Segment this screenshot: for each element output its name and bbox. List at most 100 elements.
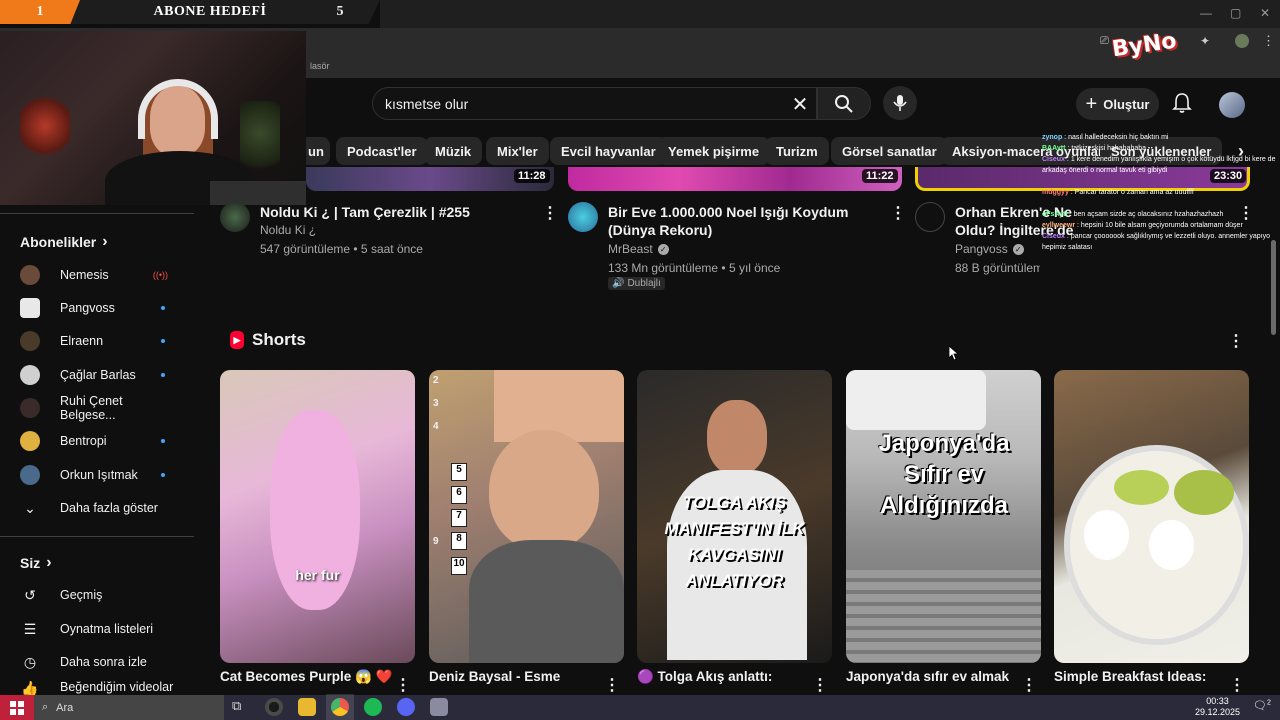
short-title[interactable]: Japonya'da sıfır ev almak	[846, 669, 1009, 684]
chip-tourism[interactable]: Turizm	[765, 137, 829, 165]
sidebar-item-pangvoss[interactable]: Pangvoss	[20, 292, 180, 324]
sidebar-item-nemesis[interactable]: Nemesis ((•))	[20, 259, 180, 291]
sidebar-item-label: Orkun Işıtmak	[60, 468, 138, 482]
profile-icon[interactable]	[1235, 34, 1249, 48]
channel-avatar[interactable]	[915, 202, 945, 232]
task-view-icon[interactable]: ⧉	[232, 698, 241, 714]
short-title[interactable]: 🟣 Tolga Akış anlattı:	[637, 669, 772, 685]
chip-partial[interactable]: un	[306, 137, 330, 165]
sidebar-item-ruhi-cenet[interactable]: Ruhi Çenet Belgese...	[20, 392, 180, 424]
obs-icon[interactable]	[265, 698, 283, 716]
file-explorer-icon[interactable]	[298, 698, 316, 716]
spotify-icon[interactable]	[364, 698, 382, 716]
subscriptions-header[interactable]: Abonelikler ›	[20, 233, 108, 251]
cast-icon[interactable]: ⎚	[1100, 35, 1109, 48]
shorts-more-icon[interactable]: ⋮	[1228, 331, 1244, 351]
chevron-down-icon: ⌄	[24, 499, 36, 516]
taskbar-clock[interactable]: 00:33 29.12.2025	[1195, 696, 1240, 718]
taskbar-search[interactable]: ⌕ Ara	[34, 695, 224, 720]
short-thumbnail[interactable]: her fur	[220, 370, 415, 663]
sidebar-divider	[0, 213, 194, 214]
short-title[interactable]: Simple Breakfast Ideas:	[1054, 669, 1206, 684]
short-caption: Japonya'da Sıfır ev Aldığınızda	[878, 430, 1010, 519]
short-caption: TOLGA AKIŞ MANIFEST'IN İLK KAVGASINI ANL…	[664, 493, 805, 590]
video-thumbnail[interactable]	[568, 167, 902, 191]
new-content-dot	[161, 306, 165, 310]
more-actions-icon[interactable]: ⋮	[604, 675, 620, 695]
chat-message: Ciseux : 1 kere denedim yanlışlıkla yemi…	[1042, 156, 1276, 174]
channel-avatar	[20, 298, 40, 318]
more-actions-icon[interactable]: ⋮	[890, 203, 906, 223]
rank-list: 2 3 4 5 6 7 8 9 10	[429, 370, 473, 663]
minimize-icon[interactable]: —	[1200, 6, 1212, 20]
duration-badge: 11:28	[514, 169, 550, 183]
sidebar-item-history[interactable]: ↺ Geçmiş	[20, 579, 180, 611]
clear-search-icon[interactable]: ✕	[788, 92, 812, 116]
video-channel[interactable]: Noldu Ki ¿	[260, 223, 316, 237]
channel-avatar[interactable]	[568, 202, 598, 232]
maximize-icon[interactable]: ▢	[1230, 6, 1241, 20]
video-channel-row[interactable]: MrBeast ✓	[608, 242, 669, 256]
extensions-icon[interactable]: ✦	[1200, 34, 1210, 48]
shorts-icon: ▶	[230, 331, 244, 349]
chip-podcasts[interactable]: Podcast'ler	[336, 137, 428, 165]
account-avatar[interactable]	[1219, 92, 1245, 118]
search-input[interactable]: kısmetse olur	[372, 87, 817, 120]
active-app-highlight	[326, 694, 354, 720]
search-icon: ⌕	[42, 701, 49, 713]
channel-avatar	[20, 331, 40, 351]
notifications-button[interactable]	[1172, 92, 1192, 119]
create-button[interactable]: + Oluştur	[1076, 88, 1159, 120]
more-actions-icon[interactable]: ⋮	[542, 203, 558, 223]
more-actions-icon[interactable]: ⋮	[1021, 675, 1037, 695]
more-actions-icon[interactable]: ⋮	[812, 675, 828, 695]
bookmark-folder[interactable]: lasör	[310, 61, 330, 71]
start-button[interactable]	[0, 695, 34, 720]
chip-pets[interactable]: Evcil hayvanlar	[550, 137, 667, 165]
app-icon[interactable]	[430, 698, 448, 716]
mouse-cursor	[948, 345, 960, 365]
sidebar-item-elraenn[interactable]: Elraenn	[20, 325, 180, 357]
video-title[interactable]: Bir Eve 1.000.000 Noel Işığı Koydum (Dün…	[608, 203, 886, 239]
sidebar-item-playlists[interactable]: ☰ Oynatma listeleri	[20, 613, 180, 645]
short-title[interactable]: Cat Becomes Purple 😱 ❤️	[220, 669, 392, 685]
sidebar-item-liked[interactable]: 👍 Beğendiğim videolar	[20, 680, 180, 695]
sidebar-item-caglar-barlas[interactable]: Çağlar Barlas	[20, 359, 180, 391]
short-thumbnail[interactable]: Japonya'da Sıfır ev Aldığınızda	[846, 370, 1041, 663]
short-caption: her fur	[295, 567, 340, 583]
short-title[interactable]: Deniz Baysal - Esme	[429, 669, 560, 684]
chip-visual-arts[interactable]: Görsel sanatlar	[831, 137, 948, 165]
person-body	[469, 540, 624, 663]
chip-music[interactable]: Müzik	[424, 137, 483, 165]
browser-menu-icon[interactable]: ⋮	[1262, 33, 1275, 49]
sidebar-item-watch-later[interactable]: ◷ Daha sonra izle	[20, 646, 180, 678]
person-face	[707, 400, 767, 475]
search-value: kısmetse olur	[385, 95, 469, 112]
more-actions-icon[interactable]: ⋮	[1229, 675, 1245, 695]
sidebar-item-bentropi[interactable]: Bentropi	[20, 425, 180, 457]
channel-avatar[interactable]	[220, 202, 250, 232]
short-thumbnail[interactable]: TOLGA AKIŞ MANIFEST'IN İLK KAVGASINI ANL…	[637, 370, 832, 663]
sidebar-item-orkun-isitmak[interactable]: Orkun Işıtmak	[20, 459, 180, 491]
more-actions-icon[interactable]: ⋮	[395, 675, 411, 695]
notification-center-icon[interactable]: 🗨2	[1253, 699, 1271, 712]
chip-cooking[interactable]: Yemek pişirme	[657, 137, 771, 165]
video-title[interactable]: Noldu Ki ¿ | Tam Çerezlik | #255	[260, 203, 530, 221]
discord-icon[interactable]	[397, 698, 415, 716]
egg	[1084, 510, 1129, 560]
dubbed-badge: 🔊 Dublajlı	[608, 277, 665, 290]
show-more-button[interactable]: ⌄ Daha fazla göster	[20, 492, 180, 524]
short-thumbnail[interactable]: 2 3 4 5 6 7 8 9 10	[429, 370, 624, 663]
playlists-icon: ☰	[23, 620, 37, 637]
video-channel-row[interactable]: Pangvoss ✓	[955, 242, 1024, 256]
chip-mixes[interactable]: Mix'ler	[486, 137, 549, 165]
search-button[interactable]	[817, 87, 871, 120]
show-more-label: Daha fazla göster	[60, 501, 158, 515]
you-header[interactable]: Siz ›	[20, 554, 52, 572]
scrollbar-thumb[interactable]	[1271, 240, 1276, 335]
short-thumbnail[interactable]	[1054, 370, 1249, 663]
close-window-icon[interactable]: ✕	[1260, 6, 1270, 20]
sidebar-divider	[0, 536, 194, 537]
voice-search-button[interactable]	[883, 86, 917, 120]
clock-date: 29.12.2025	[1195, 707, 1241, 717]
